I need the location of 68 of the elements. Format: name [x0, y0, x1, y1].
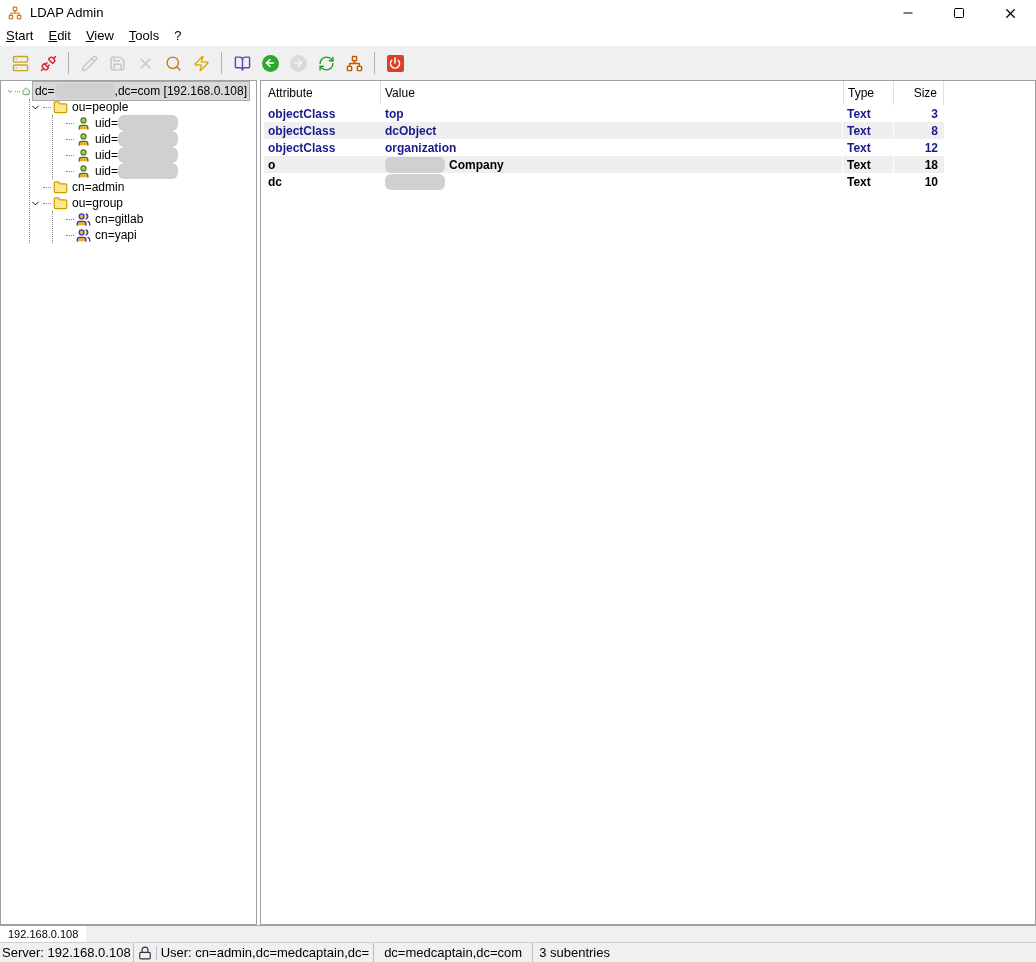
table-cell-text: 10 [923, 173, 939, 190]
tree-node[interactable]: uid= [93, 130, 181, 148]
tree-node[interactable]: dc= ,dc=com [192.168.0.108] [31, 81, 250, 101]
table-cell: Text [843, 122, 893, 139]
menu-item[interactable]: Start [6, 26, 34, 46]
tree-node[interactable]: cn=gitlab [93, 210, 146, 228]
table-cell: 8 [894, 122, 944, 139]
group-icon [76, 211, 91, 227]
pencil-icon [80, 54, 98, 72]
column-header[interactable]: Type [844, 81, 894, 105]
table-cell-text: objectClass [267, 139, 337, 156]
lightning-icon [192, 54, 210, 72]
maximize-icon[interactable] [953, 7, 965, 19]
table-cell: objectClass [264, 122, 381, 139]
hierarchy-icon [345, 54, 363, 72]
tree-node[interactable]: uid= [93, 114, 181, 132]
book-icon [233, 54, 251, 72]
status-count: 3 subentries [538, 943, 611, 962]
table-cell-text: organization [385, 139, 457, 157]
menu-item[interactable]: ? [174, 26, 182, 46]
refresh-icon [317, 54, 335, 72]
table-cell-text: 3 [930, 105, 939, 122]
status-server: Server: 192.168.0.108 [0, 942, 134, 962]
table-cell-text: Text [846, 105, 872, 122]
person-icon [76, 147, 91, 163]
tree-node[interactable]: ou=group [70, 194, 126, 212]
table-cell-text: Company [449, 156, 504, 174]
status-user: User: cn=admin,dc=medcaptain,dc= [156, 942, 375, 962]
tab[interactable]: 192.168.0.108 [0, 926, 87, 942]
forward-icon [292, 57, 304, 69]
table-cell-text: Text [846, 139, 872, 156]
table-cell-text: Text [846, 173, 872, 190]
person-icon [76, 115, 91, 131]
table-cell-text: dcObject [385, 122, 437, 140]
column-header[interactable]: Attribute [264, 81, 381, 105]
tree-node[interactable]: cn=admin [70, 178, 127, 196]
table-cell: Text [843, 156, 893, 173]
window-title: LDAP Admin [30, 4, 104, 23]
group-icon [76, 227, 91, 243]
person-icon [76, 163, 91, 179]
lock-icon [137, 945, 152, 960]
folder-icon [53, 179, 68, 195]
folder-icon [53, 195, 68, 211]
folder-icon [53, 99, 68, 115]
menu-item[interactable]: View [85, 26, 114, 46]
status-base: dc=medcaptain,dc=com [374, 942, 534, 962]
table-cell: o [264, 156, 381, 173]
column-header[interactable]: Value [381, 81, 844, 105]
column-header[interactable]: Size [894, 81, 944, 105]
menu-item[interactable]: Edit [48, 26, 71, 46]
power-icon [389, 57, 401, 69]
menu-item[interactable]: Tools [128, 26, 160, 46]
tree-node[interactable]: uid= [93, 162, 181, 180]
table-cell-text: objectClass [267, 105, 337, 122]
person-icon [76, 131, 91, 147]
table-cell-text: top [385, 105, 404, 123]
back-icon [264, 57, 276, 69]
disconnect-icon [39, 54, 57, 72]
save-icon [108, 54, 126, 72]
server-icon [11, 54, 29, 72]
tree-node[interactable]: cn=yapi [93, 226, 139, 244]
table-cell-text: 12 [923, 139, 939, 156]
tree-node[interactable]: ou=people [70, 98, 131, 116]
table-cell-text: dc [267, 173, 283, 190]
search-icon [164, 54, 182, 72]
table-cell: 18 [894, 156, 944, 173]
app-icon [8, 6, 22, 20]
tree-node[interactable]: uid= [93, 146, 181, 164]
